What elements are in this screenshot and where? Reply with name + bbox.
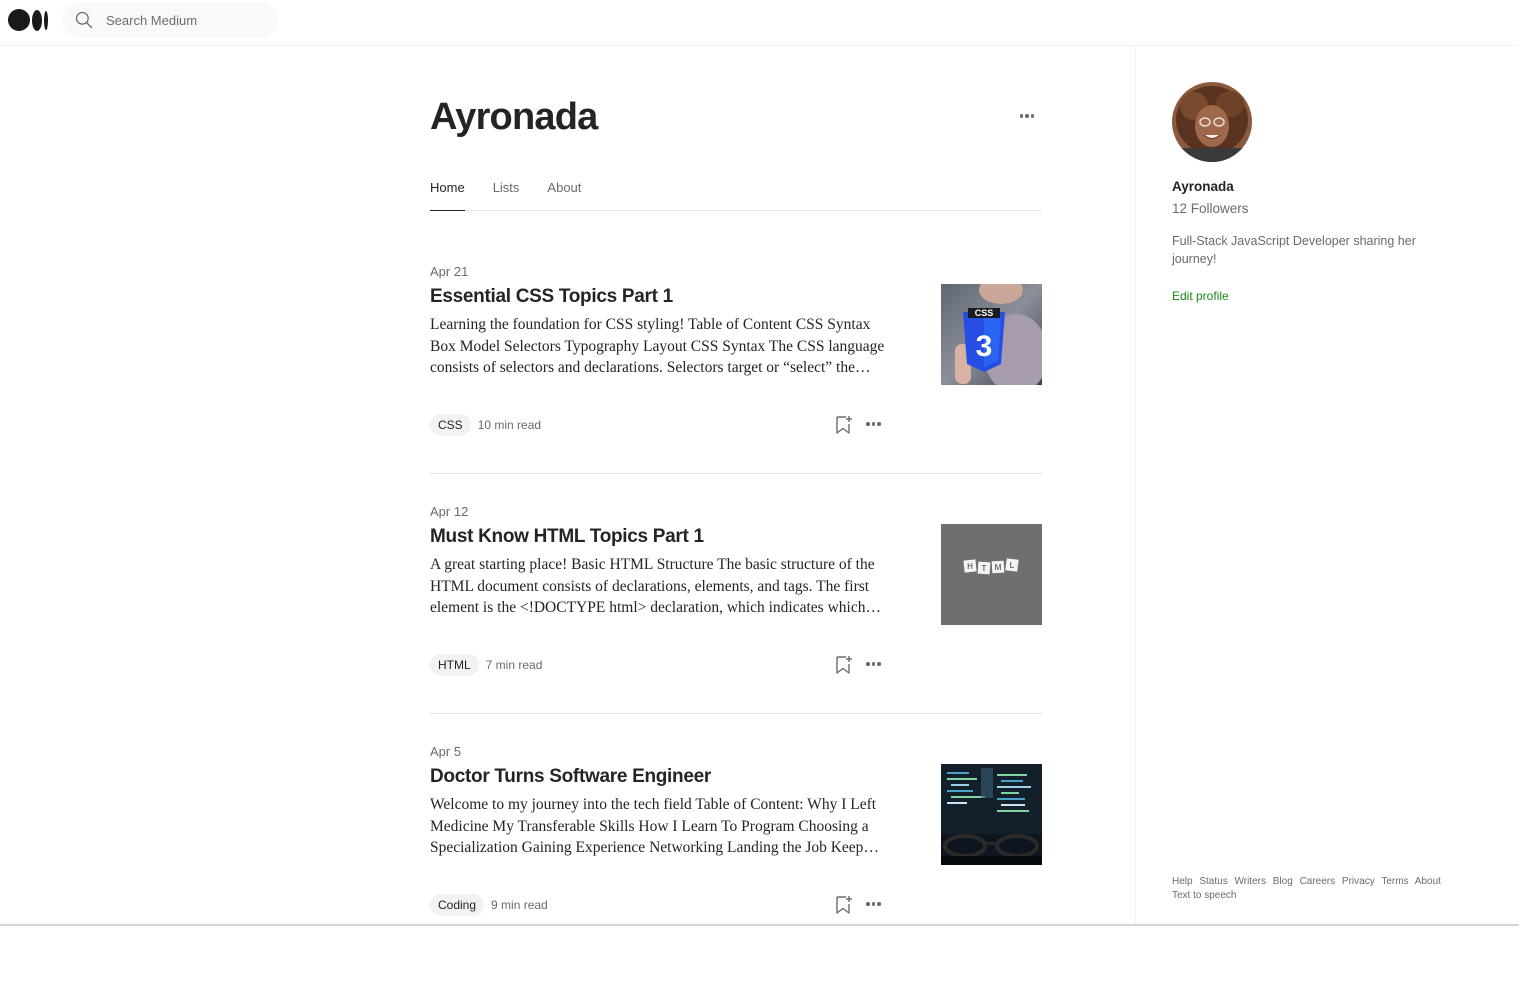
more-icon [866,422,881,426]
svg-text:3: 3 [976,330,993,363]
footer-link-text-to-speech[interactable]: Text to speech [1172,890,1236,901]
svg-text:CSS: CSS [975,308,994,318]
code-screen-thumbnail-image [941,764,1042,865]
read-time: 9 min read [491,898,548,912]
footer-link-blog[interactable]: Blog [1273,876,1293,887]
article-thumbnail[interactable]: CSS 3 [941,284,1042,385]
article-date: Apr 12 [430,504,469,519]
tab-about[interactable]: About [547,176,581,211]
more-icon [866,662,881,666]
avatar[interactable] [1172,82,1252,162]
article-card: Apr 5 Doctor Turns Software Engineer Wel… [430,744,1042,984]
profile-tabs: Home Lists About [430,176,1042,211]
article-meta: HTML 7 min read [430,654,542,676]
article-excerpt[interactable]: Learning the foundation for CSS styling!… [430,314,885,379]
read-time: 10 min read [477,418,542,432]
article-date: Apr 21 [430,264,469,279]
sidebar-author-name[interactable]: Ayronada [1172,179,1234,194]
article-more-button[interactable] [866,419,882,429]
svg-text:H: H [967,562,973,571]
bookmark-add-icon[interactable] [835,895,853,915]
topic-tag[interactable]: CSS [430,414,471,436]
article-excerpt[interactable]: A great starting place! Basic HTML Struc… [430,554,885,619]
top-bar [0,0,1519,46]
html-thumbnail-image: H T M L [941,524,1042,625]
search-icon [75,11,93,29]
article-card: Apr 12 Must Know HTML Topics Part 1 A gr… [430,504,1042,744]
logo-circle-medium [32,9,42,31]
read-time: 7 min read [485,658,543,672]
bookmark-add-icon[interactable] [835,655,853,675]
footer-links: Help Status Writers Blog Careers Privacy… [1172,875,1472,903]
medium-logo[interactable] [8,9,48,31]
avatar-image [1172,82,1252,162]
article-meta: Coding 9 min read [430,894,548,916]
article-date: Apr 5 [430,744,462,759]
topic-tag[interactable]: Coding [430,894,485,916]
page-title: Ayronada [430,96,598,138]
footer-link-writers[interactable]: Writers [1235,876,1266,887]
svg-text:M: M [995,563,1002,572]
article-more-button[interactable] [866,659,882,669]
tab-lists[interactable]: Lists [493,176,520,211]
svg-text:L: L [1010,561,1015,570]
bookmark-add-icon[interactable] [835,415,853,435]
author-bio: Full-Stack JavaScript Developer sharing … [1172,234,1416,266]
tab-home[interactable]: Home [430,176,465,211]
sidebar-divider [1135,46,1136,926]
more-icon [866,902,881,906]
footer-link-help[interactable]: Help [1172,876,1193,887]
article-meta: CSS 10 min read [430,414,541,436]
footer-link-privacy[interactable]: Privacy [1342,876,1375,887]
article-more-button[interactable] [866,899,882,909]
footer-link-about[interactable]: About [1415,876,1441,887]
article-title[interactable]: Doctor Turns Software Engineer [430,766,711,788]
more-icon [1019,114,1035,118]
article-excerpt[interactable]: Welcome to my journey into the tech fiel… [430,794,885,859]
article-divider [430,713,1042,714]
article-card: Apr 21 Essential CSS Topics Part 1 Learn… [430,264,1042,504]
followers-count[interactable]: 12 Followers [1172,201,1249,216]
article-thumbnail[interactable]: H T M L [941,524,1042,625]
article-thumbnail[interactable] [941,764,1042,865]
search-box[interactable] [62,2,278,38]
footer-link-terms[interactable]: Terms [1381,876,1408,887]
footer-link-careers[interactable]: Careers [1300,876,1336,887]
profile-more-button[interactable] [1017,108,1037,124]
footer-link-status[interactable]: Status [1199,876,1227,887]
logo-circle-small [44,10,48,30]
css-thumbnail-image: CSS 3 [941,284,1042,385]
svg-text:T: T [982,564,987,573]
article-divider [430,473,1042,474]
edit-profile-link[interactable]: Edit profile [1172,289,1229,303]
logo-circle-large [8,9,30,31]
article-title[interactable]: Must Know HTML Topics Part 1 [430,526,704,548]
topic-tag[interactable]: HTML [430,654,479,676]
search-input[interactable] [104,11,264,29]
article-title[interactable]: Essential CSS Topics Part 1 [430,286,673,308]
